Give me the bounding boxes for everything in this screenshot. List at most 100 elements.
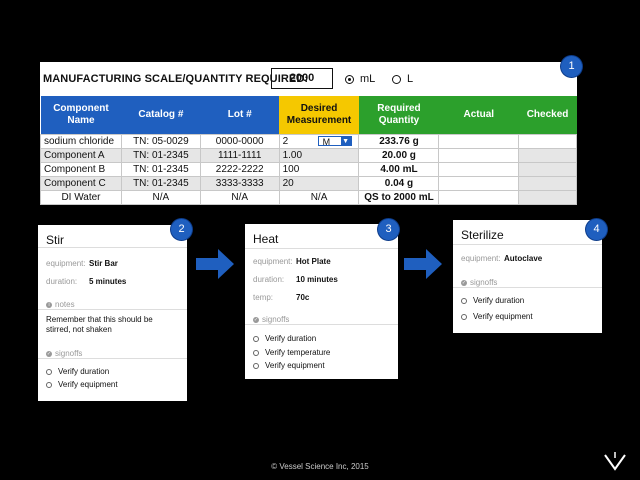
radio-circle-icon[interactable] [46, 368, 52, 375]
signoff-item[interactable]: Verify temperature [253, 348, 330, 357]
radio-circle-icon[interactable] [253, 349, 259, 356]
required-quantity: 0.04 g [358, 176, 440, 191]
unit-l-label: L [407, 73, 414, 85]
unit-ml-label: mL [360, 73, 376, 85]
scale-label: MANUFACTURING SCALE/QUANTITY REQUIRED: [43, 73, 309, 85]
step-badge-1: 1 [561, 56, 582, 77]
catalog-number: TN: 05-0029 [120, 134, 201, 149]
signoff-label: Verify duration [58, 367, 110, 376]
equipment-value: Hot Plate [296, 257, 331, 266]
table-row: sodium chloride TN: 05-0029 0000-0000 2 … [40, 134, 577, 149]
lot-number[interactable]: 0000-0000 [199, 134, 280, 149]
col-actual: Actual [438, 96, 519, 135]
checked-cell[interactable] [518, 148, 577, 163]
temp-label: temp: [253, 293, 274, 302]
actual-cell[interactable] [438, 176, 520, 191]
radio-circle-icon[interactable] [253, 362, 259, 369]
radio-circle-icon[interactable] [461, 313, 467, 320]
unit-radio-l[interactable]: L [392, 73, 413, 85]
notes-label: notes [55, 300, 75, 309]
chevron-down-icon: ▼ [340, 137, 351, 146]
table-row: DI Water N/A N/A N/A QS to 2000 mL [40, 190, 577, 205]
equipment-label: equipment: [46, 259, 86, 268]
unit-dropdown[interactable]: M ▼ [317, 136, 352, 147]
desired-measurement[interactable]: 1.00 [278, 148, 360, 163]
signoff-item[interactable]: Verify duration [461, 296, 524, 305]
component-name: Component A [40, 148, 122, 163]
copyright-footer: © Vessel Science Inc, 2015 [271, 462, 369, 471]
required-quantity: QS to 2000 mL [358, 190, 440, 205]
arrow-right-icon [404, 249, 442, 279]
step-card-sterilize[interactable]: Sterilize equipment: Autoclave ✓ signoffs… [453, 220, 602, 333]
check-icon: ✓ [253, 316, 259, 323]
signoff-label: Verify duration [265, 334, 317, 343]
arrow-right-icon [196, 249, 234, 279]
divider [453, 244, 602, 245]
required-quantity: 20.00 g [358, 148, 440, 163]
checked-cell[interactable] [518, 190, 577, 205]
step-title: Stir [46, 233, 64, 247]
lot-number[interactable]: 3333-3333 [199, 176, 280, 191]
unit-radio-ml[interactable]: mL [345, 73, 375, 85]
lot-number[interactable]: 2222-2222 [199, 162, 280, 177]
checked-cell[interactable] [518, 134, 577, 149]
checked-cell[interactable] [518, 162, 577, 177]
signoff-item[interactable]: Verify duration [253, 334, 316, 343]
radio-circle-icon[interactable] [253, 335, 259, 342]
temp-value: 70c [296, 293, 310, 302]
table-header-row: Component Name Catalog # Lot # Desired M… [40, 96, 577, 135]
catalog-number: TN: 01-2345 [120, 176, 201, 191]
scale-row: MANUFACTURING SCALE/QUANTITY REQUIRED: 2… [40, 62, 577, 96]
catalog-number: N/A [120, 190, 201, 205]
lot-number[interactable]: 1111-1111 [199, 148, 280, 163]
component-name: Component C [40, 176, 122, 191]
step-badge-4: 4 [586, 219, 607, 240]
equipment-value: Stir Bar [89, 259, 118, 268]
equipment-label: equipment: [461, 254, 501, 263]
desired-value[interactable]: 2 [283, 136, 289, 147]
col-component: Component Name [40, 96, 122, 135]
divider [38, 309, 187, 310]
signoff-item[interactable]: Verify equipment [46, 380, 118, 389]
signoff-item[interactable]: Verify equipment [461, 312, 533, 321]
radio-circle-icon[interactable] [46, 381, 52, 388]
equipment-label: equipment: [253, 257, 293, 266]
duration-label: duration: [46, 277, 78, 286]
radio-circle-icon[interactable] [461, 297, 467, 304]
step-card-heat[interactable]: Heat equipment: Hot Plate duration: 10 m… [245, 224, 398, 379]
duration-label: duration: [253, 275, 285, 284]
checked-cell[interactable] [518, 176, 577, 191]
signoff-item[interactable]: Verify equipment [253, 361, 325, 370]
scale-quantity-input[interactable]: 2000 [271, 68, 333, 89]
equipment-value: Autoclave [504, 254, 543, 263]
col-checked: Checked [518, 96, 577, 135]
divider [453, 287, 602, 288]
step-badge-3: 3 [378, 219, 399, 240]
col-lot: Lot # [200, 96, 280, 135]
step-card-stir[interactable]: Stir equipment: Stir Bar duration: 5 min… [38, 225, 187, 401]
divider [245, 248, 398, 249]
actual-cell[interactable] [438, 162, 520, 177]
actual-cell[interactable] [438, 190, 520, 205]
component-name: sodium chloride [40, 134, 122, 149]
duration-value: 10 minutes [296, 275, 338, 284]
desired-measurement[interactable]: 20 [278, 176, 360, 191]
signoff-item[interactable]: Verify duration [46, 367, 109, 376]
step-title: Heat [253, 232, 279, 246]
step-title: Sterilize [461, 228, 504, 242]
required-quantity: 233.76 g [358, 134, 440, 149]
divider [245, 324, 398, 325]
desired-measurement[interactable]: 2 M ▼ [278, 134, 360, 149]
desired-measurement: N/A [278, 190, 360, 205]
catalog-number: TN: 01-2345 [120, 162, 201, 177]
desired-measurement[interactable]: 100 [278, 162, 360, 177]
actual-cell[interactable] [438, 134, 520, 149]
check-icon: ✓ [46, 350, 52, 357]
actual-cell[interactable] [438, 148, 520, 163]
col-desired: Desired Measurement [279, 96, 359, 135]
notes-section-label: i notes [46, 300, 75, 309]
manufacturing-panel: MANUFACTURING SCALE/QUANTITY REQUIRED: 2… [40, 62, 577, 205]
components-table: Component Name Catalog # Lot # Desired M… [40, 96, 577, 205]
lot-number: N/A [199, 190, 280, 205]
divider [38, 247, 187, 248]
